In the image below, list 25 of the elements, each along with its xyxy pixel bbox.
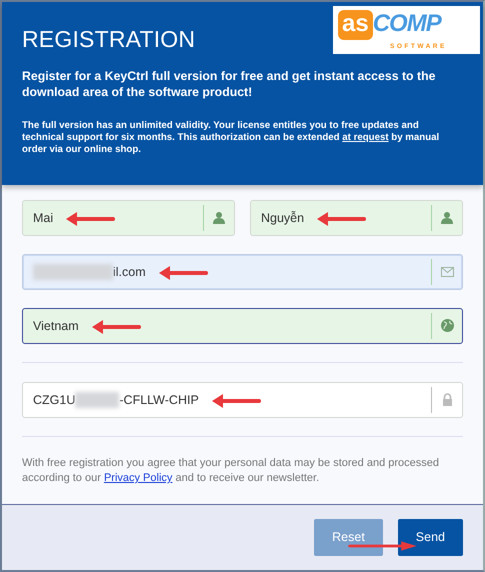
logo-mark: as xyxy=(338,10,373,40)
person-icon xyxy=(440,211,454,225)
field-value: -CFLLW-CHIP xyxy=(119,392,199,409)
send-button[interactable]: Send xyxy=(398,519,463,556)
field-value: Mai xyxy=(33,210,54,227)
field-value: Nguyễn xyxy=(261,210,304,227)
input-field[interactable]: Nguyễn xyxy=(250,200,463,236)
intro-text: Register for a KeyCtrl full version for free and get instant access to the download area of the software product! xyxy=(22,68,436,100)
input-field[interactable]: Vietnam xyxy=(22,308,463,344)
field-value: Vietnam xyxy=(33,318,79,335)
envelope-icon xyxy=(440,265,454,279)
field-value: il.com xyxy=(113,264,146,281)
logo-name: COMP xyxy=(372,12,441,36)
person-icon xyxy=(212,211,226,225)
input-field[interactable]: CZG1U -CFLLW-CHIP xyxy=(22,382,463,418)
info-text: The full version has an unlimited validity. Your license entitles you to free updates and technical support for six months. This authorization can be extended at request by manual order via our online shop. xyxy=(22,120,440,156)
input-field[interactable]: Mai xyxy=(22,200,235,236)
input-field[interactable]: il.com xyxy=(22,254,463,290)
globe-icon xyxy=(440,319,454,333)
lock-icon xyxy=(440,393,454,407)
page-title: REGISTRATION xyxy=(22,26,196,54)
privacy-policy-link[interactable]: Privacy Policy xyxy=(104,472,172,484)
request-link[interactable]: at request xyxy=(342,132,389,143)
field-value: CZG1U xyxy=(33,392,76,409)
consent-text: With free registration you agree that your personal data may be stored and processed according to our Privacy Policy and to receive our newsletter. xyxy=(22,456,440,486)
